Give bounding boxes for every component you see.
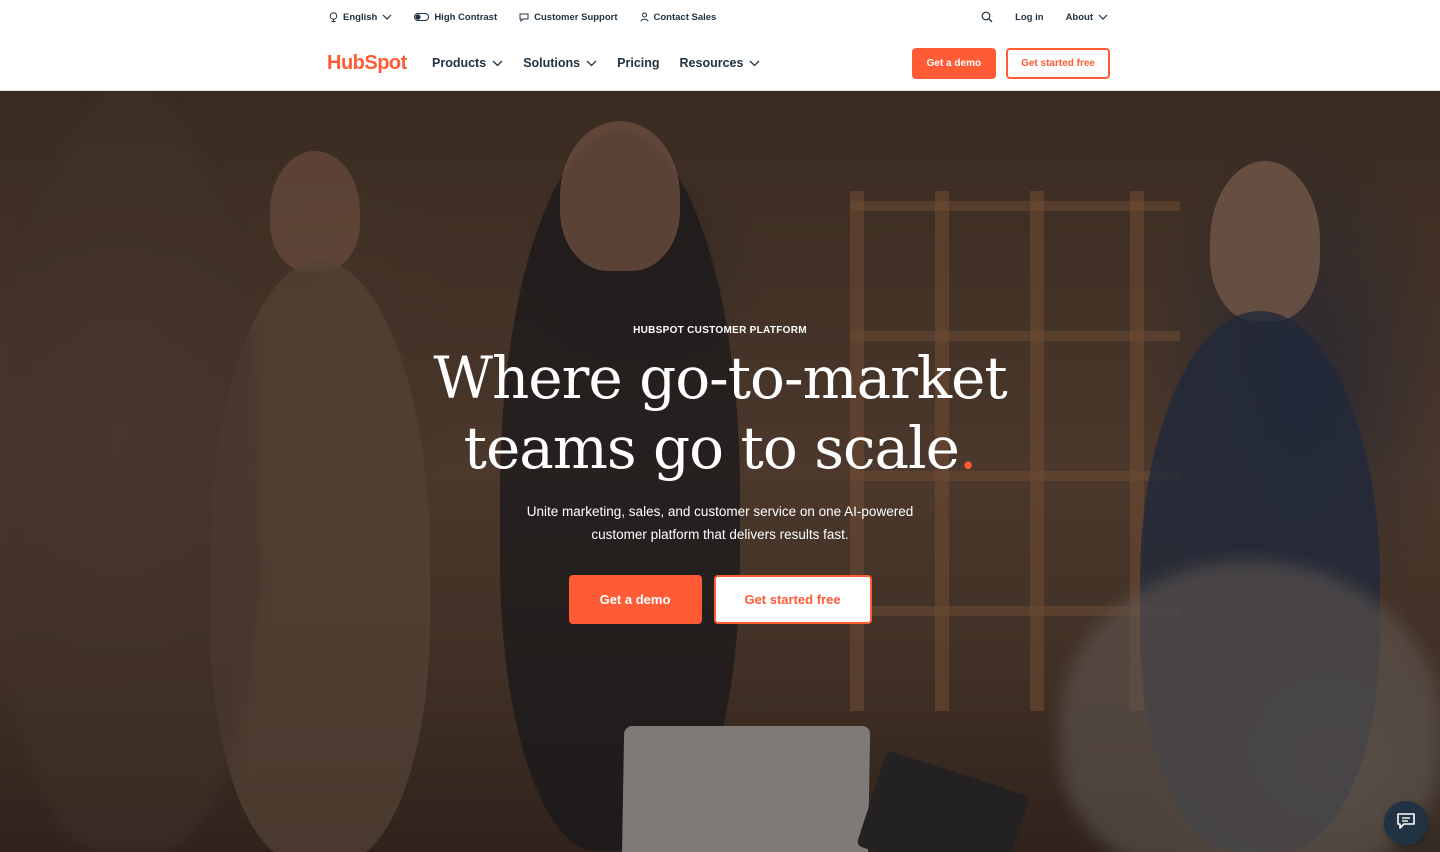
nav-item-solutions[interactable]: Solutions [523, 56, 597, 70]
nav-links: Products Solutions Pricing Resources [432, 34, 760, 91]
login-link[interactable]: Log in [1015, 12, 1044, 23]
utility-bar: English High Contrast Customer Support C… [0, 0, 1440, 34]
nav-item-pricing[interactable]: Pricing [617, 56, 659, 70]
nav-item-products[interactable]: Products [432, 56, 503, 70]
hero-content: HUBSPOT CUSTOMER PLATFORM Where go-to-ma… [0, 91, 1440, 852]
get-demo-button[interactable]: Get a demo [911, 48, 997, 79]
customer-support-link[interactable]: Customer Support [519, 11, 618, 23]
hero-eyebrow: HUBSPOT CUSTOMER PLATFORM [633, 325, 807, 336]
language-label: English [343, 11, 378, 23]
headline-line-2-wrap: teams go to scale. [0, 413, 1440, 483]
headline-line-1: Where go-to-market [433, 344, 1007, 412]
chat-bubble-icon [519, 13, 529, 22]
utility-right: Log in About [981, 0, 1108, 34]
language-selector[interactable]: English [329, 12, 392, 23]
main-nav: HubSpot Products Solutions Pricing Resou… [0, 34, 1440, 91]
nav-item-label: Resources [679, 55, 744, 70]
nav-item-label: Solutions [523, 55, 581, 70]
chevron-down-icon [749, 56, 760, 70]
about-menu[interactable]: About [1066, 12, 1108, 23]
high-contrast-label: High Contrast [434, 11, 498, 23]
nav-item-label: Products [432, 55, 487, 70]
nav-item-label: Pricing [617, 55, 660, 70]
customer-support-label: Customer Support [534, 11, 618, 23]
chevron-down-icon [492, 56, 503, 70]
logo-wordmark: HubSpot [327, 51, 407, 74]
login-label: Log in [1015, 11, 1044, 23]
chat-widget-button[interactable] [1384, 801, 1428, 845]
hero-subtext: Unite marketing, sales, and customer ser… [526, 504, 914, 542]
headline-accent-dot: . [958, 414, 977, 482]
person-icon [640, 12, 649, 22]
contrast-toggle-icon [414, 13, 430, 21]
utility-left: English High Contrast Customer Support C… [329, 0, 716, 34]
nav-ctas: Get a demo Get started free [911, 48, 1110, 79]
about-label: About [1065, 11, 1093, 23]
contact-sales-link[interactable]: Contact Sales [640, 11, 717, 23]
nav-item-resources[interactable]: Resources [680, 56, 761, 70]
chevron-down-icon [382, 14, 392, 20]
search-icon [981, 11, 993, 23]
search-button[interactable] [981, 11, 993, 23]
hubspot-logo[interactable]: HubSpot [327, 50, 407, 76]
hero-ctas: Get a demo Get started free [0, 575, 1440, 624]
headline-line-2: teams go to scale [463, 414, 960, 482]
chevron-down-icon [1098, 14, 1108, 20]
contact-sales-label: Contact Sales [653, 11, 717, 23]
get-started-free-button[interactable]: Get started free [1006, 48, 1110, 79]
high-contrast-toggle[interactable]: High Contrast [414, 12, 497, 23]
hero-headline: Where go-to-market teams go to scale. [0, 343, 1440, 483]
chat-widget-icon [1396, 812, 1416, 835]
hero-get-demo-button[interactable]: Get a demo [568, 575, 702, 624]
globe-icon [329, 12, 338, 22]
chevron-down-icon [586, 56, 597, 70]
hero-section: HUBSPOT CUSTOMER PLATFORM Where go-to-ma… [0, 91, 1440, 852]
hero-get-started-free-button[interactable]: Get started free [713, 575, 872, 624]
